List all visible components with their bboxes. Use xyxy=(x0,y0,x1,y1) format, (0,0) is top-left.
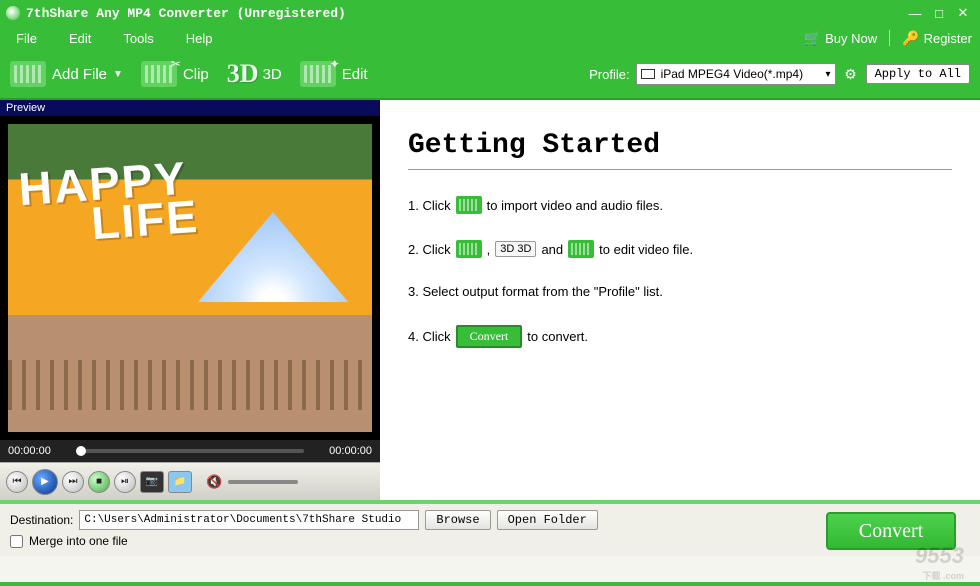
open-folder-button[interactable]: Open Folder xyxy=(497,510,598,530)
cart-icon: 🛒 xyxy=(804,30,821,47)
preview-rail xyxy=(8,360,372,410)
footer: Destination: Browse Open Folder Merge in… xyxy=(0,500,980,556)
seek-thumb[interactable] xyxy=(76,446,86,456)
step-3: 3. Select output format from the "Profil… xyxy=(408,284,952,299)
preview-header: Preview xyxy=(0,100,380,116)
volume-control: 🔇 xyxy=(206,474,298,490)
getting-started-list: 1. Click to import video and audio files… xyxy=(408,196,952,348)
stop-button[interactable]: ■ xyxy=(88,471,110,493)
menu-tools[interactable]: Tools xyxy=(107,31,169,46)
clip-icon xyxy=(456,240,482,258)
time-bar: 00:00:00 00:00:00 xyxy=(0,440,380,462)
key-icon: 🔑 xyxy=(902,30,919,47)
clip-button[interactable]: Clip xyxy=(141,61,209,87)
destination-label: Destination: xyxy=(10,513,73,527)
menu-file[interactable]: File xyxy=(0,31,53,46)
player-controls: ⏮ ▶ ⏭ ■ ⏯ 📷 📁 🔇 xyxy=(0,462,380,500)
add-file-label: Add File xyxy=(52,66,107,83)
preview-thumbnail: HAPPYLIFE xyxy=(8,124,372,432)
buy-now-label: Buy Now xyxy=(825,31,877,46)
3d-icon: 3D xyxy=(227,59,259,89)
merge-checkbox[interactable] xyxy=(10,535,23,548)
minimize-button[interactable]: — xyxy=(904,5,926,21)
register-link[interactable]: 🔑 Register xyxy=(894,30,980,47)
edit-label: Edit xyxy=(342,66,368,83)
profile-label: Profile: xyxy=(589,67,629,82)
chevron-down-icon: ▼ xyxy=(113,69,123,80)
destination-input[interactable] xyxy=(79,510,419,530)
3d-button[interactable]: 3D 3D xyxy=(227,59,282,89)
chevron-down-icon: ▾ xyxy=(826,69,831,80)
preview-graphic xyxy=(198,212,348,302)
clip-label: Clip xyxy=(183,66,209,83)
toolbar: Add File ▼ Clip 3D 3D Edit Profile: iPad… xyxy=(0,50,980,100)
step-1: 1. Click to import video and audio files… xyxy=(408,196,952,214)
preview-video-area: HAPPYLIFE xyxy=(0,116,380,440)
play-button[interactable]: ▶ xyxy=(32,469,58,495)
next-button[interactable]: ⏭ xyxy=(62,471,84,493)
film-icon xyxy=(456,196,482,214)
convert-badge: Convert xyxy=(456,325,523,348)
maximize-button[interactable]: □ xyxy=(928,5,950,21)
profile-value: iPad MPEG4 Video(*.mp4) xyxy=(661,67,804,81)
menu-edit[interactable]: Edit xyxy=(53,31,107,46)
app-icon xyxy=(6,6,20,20)
preview-column: Preview HAPPYLIFE 00:00:00 00:00:00 ⏮ ▶ … xyxy=(0,100,380,500)
browse-button[interactable]: Browse xyxy=(425,510,490,530)
bottom-border xyxy=(0,582,980,586)
mute-icon[interactable]: 🔇 xyxy=(206,474,222,490)
apply-to-all-button[interactable]: Apply to All xyxy=(866,64,970,84)
profile-section: Profile: iPad MPEG4 Video(*.mp4) ▾ ⚙ App… xyxy=(589,63,970,85)
prev-button[interactable]: ⏮ xyxy=(6,471,28,493)
step-4: 4. Click Convert to convert. xyxy=(408,325,952,348)
3d-label: 3D xyxy=(263,66,282,83)
getting-started-title: Getting Started xyxy=(408,130,952,170)
edit-icon xyxy=(568,240,594,258)
step-button[interactable]: ⏯ xyxy=(114,471,136,493)
edit-button[interactable]: Edit xyxy=(300,61,368,87)
volume-slider[interactable] xyxy=(228,480,298,484)
close-button[interactable]: ✕ xyxy=(952,5,974,21)
menu-help[interactable]: Help xyxy=(170,31,229,46)
register-label: Register xyxy=(924,31,972,46)
buy-now-link[interactable]: 🛒 Buy Now xyxy=(796,30,885,47)
menubar: File Edit Tools Help 🛒 Buy Now 🔑 Registe… xyxy=(0,26,980,50)
film-icon xyxy=(10,61,46,87)
seek-track[interactable] xyxy=(76,449,304,453)
separator xyxy=(889,30,890,46)
main-pane: Getting Started 1. Click to import video… xyxy=(380,100,980,500)
snapshot-button[interactable]: 📷 xyxy=(140,471,164,493)
titlebar: 7thShare Any MP4 Converter (Unregistered… xyxy=(0,0,980,26)
settings-gear-icon[interactable]: ⚙ xyxy=(842,65,860,83)
window-title: 7thShare Any MP4 Converter (Unregistered… xyxy=(26,6,902,21)
profile-select[interactable]: iPad MPEG4 Video(*.mp4) ▾ xyxy=(636,63,836,85)
step-2: 2. Click , 3D 3D and to edit video file. xyxy=(408,240,952,258)
merge-label: Merge into one file xyxy=(29,534,128,548)
edit-icon xyxy=(300,61,336,87)
device-icon xyxy=(641,69,655,79)
add-file-button[interactable]: Add File ▼ xyxy=(10,61,123,87)
3d-badge: 3D 3D xyxy=(495,241,536,257)
snapshot-folder-button[interactable]: 📁 xyxy=(168,471,192,493)
time-total: 00:00:00 xyxy=(312,445,372,457)
content-area: Preview HAPPYLIFE 00:00:00 00:00:00 ⏮ ▶ … xyxy=(0,100,980,500)
preview-text: HAPPYLIFE xyxy=(17,158,200,248)
clip-icon xyxy=(141,61,177,87)
convert-button[interactable]: Convert xyxy=(826,512,956,550)
time-current: 00:00:00 xyxy=(8,445,68,457)
